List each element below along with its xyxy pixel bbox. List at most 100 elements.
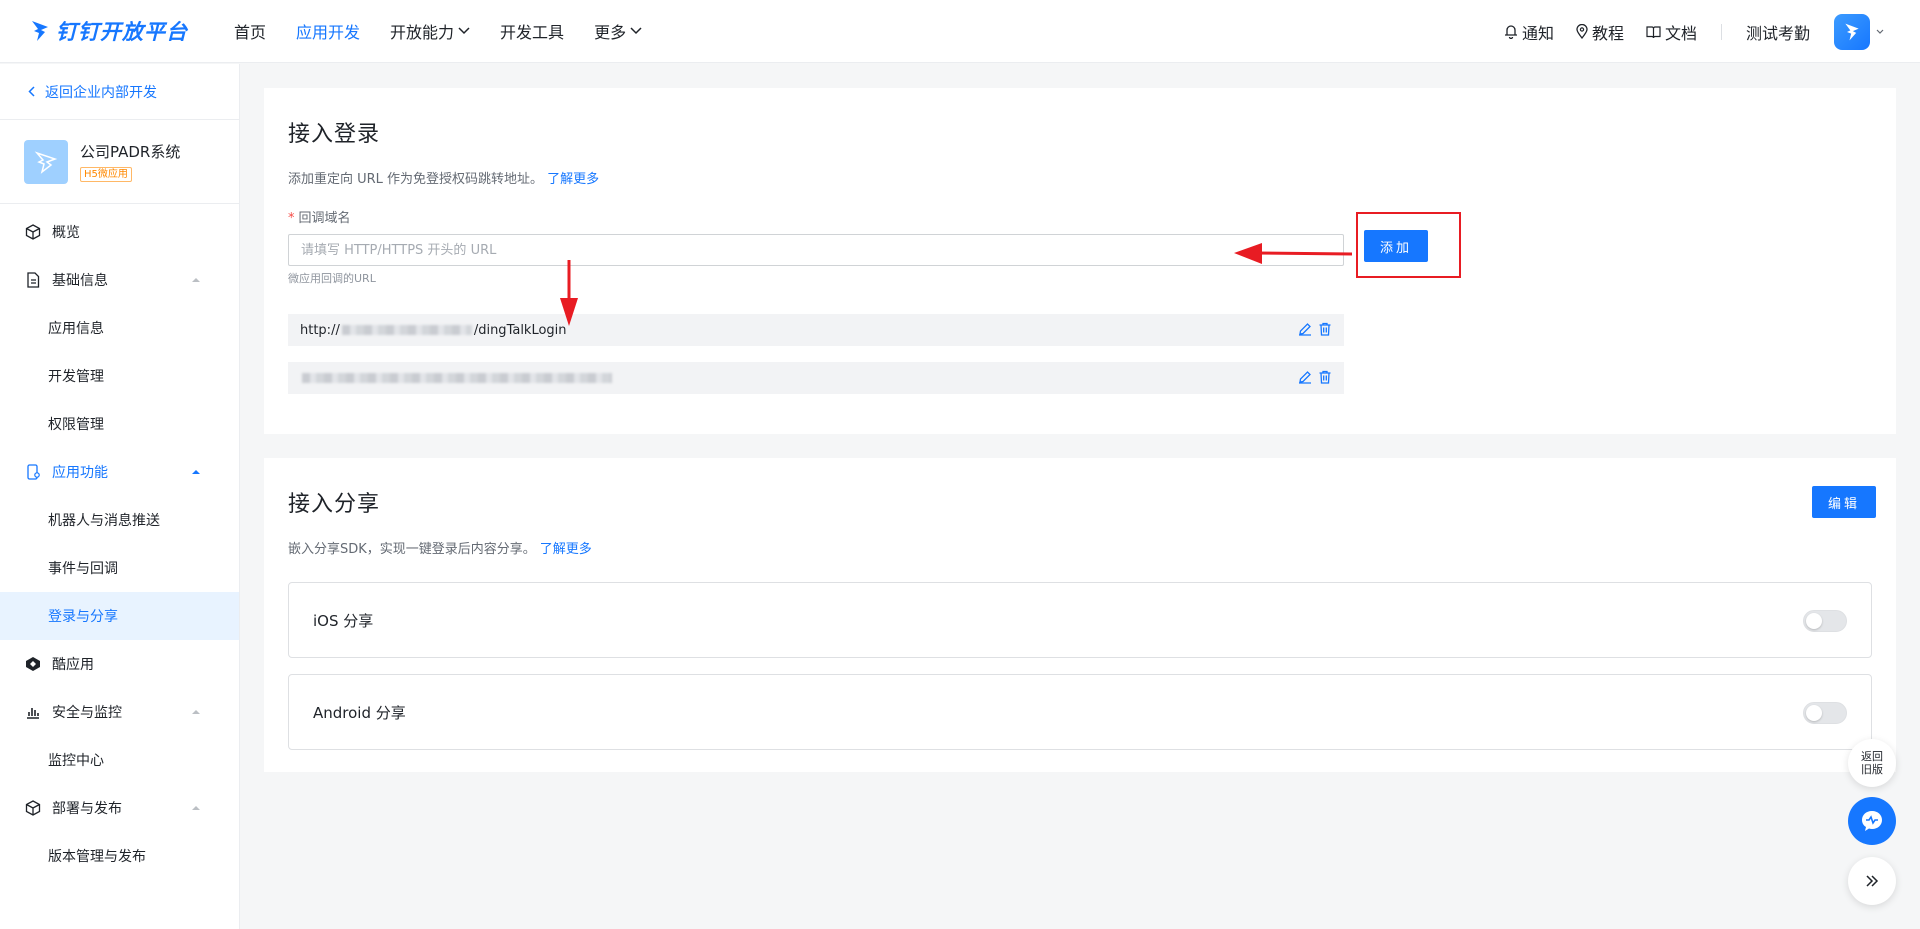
android-share-label: Android 分享 [313, 703, 406, 722]
login-learn-more-link[interactable]: 了解更多 [547, 172, 599, 187]
nav-dev-tools[interactable]: 开发工具 [500, 19, 564, 43]
sidebar-group-basic-info[interactable]: 基础信息 [0, 256, 239, 304]
sidebar-item-app-info[interactable]: 应用信息 [0, 304, 239, 352]
bell-icon [1504, 25, 1517, 39]
back-to-internal-dev[interactable]: 返回企业内部开发 [0, 64, 239, 120]
assistant-button[interactable] [1848, 797, 1896, 845]
app-logo-icon [34, 150, 58, 174]
url-prefix: http:// [300, 322, 340, 338]
caret-up-icon [192, 710, 200, 714]
docs-label: 文档 [1664, 23, 1697, 43]
sidebar-item-label: 应用功能 [52, 465, 108, 481]
android-share-toggle[interactable] [1803, 702, 1847, 724]
chevron-down-icon [458, 27, 470, 35]
trash-icon[interactable] [1318, 370, 1332, 384]
book-icon [1646, 25, 1661, 38]
sidebar-item-events[interactable]: 事件与回调 [0, 544, 239, 592]
nav-dev-tools-label: 开发工具 [500, 23, 565, 42]
old-version-label-2: 旧版 [1861, 763, 1883, 776]
header-divider [1720, 23, 1722, 40]
ios-share-label: iOS 分享 [313, 611, 374, 630]
callback-url-row: http:// /dingTalkLogin [288, 314, 1344, 346]
redacted-url [302, 373, 612, 383]
add-url-button[interactable]: 添加 [1364, 230, 1428, 262]
tutorial-link[interactable]: 教程 [1576, 20, 1624, 44]
caret-up-icon [192, 278, 200, 282]
sidebar-item-label: 应用信息 [48, 321, 104, 337]
callback-url-input[interactable] [288, 234, 1344, 266]
location-pin-icon [1576, 24, 1588, 39]
notify-link[interactable]: 通知 [1504, 20, 1554, 44]
sidebar-item-perm-manage[interactable]: 权限管理 [0, 400, 239, 448]
edit-share-button[interactable]: 编辑 [1812, 486, 1876, 518]
sidebar-item-robot[interactable]: 机器人与消息推送 [0, 496, 239, 544]
nav-home[interactable]: 首页 [234, 19, 266, 43]
app-icon [24, 139, 68, 184]
sidebar-item-label: 酷应用 [52, 657, 94, 673]
caret-down-icon[interactable] [1876, 29, 1884, 34]
sidebar-item-login-share[interactable]: 登录与分享 [0, 592, 239, 640]
sidebar-item-label: 事件与回调 [48, 561, 118, 577]
app-name: 公司PADR系统 [80, 143, 181, 161]
share-desc-text: 嵌入分享SDK，实现一键登录后内容分享。 [288, 542, 536, 557]
docs-link[interactable]: 文档 [1646, 20, 1697, 44]
nav-more[interactable]: 更多 [594, 19, 642, 43]
cube-icon [25, 224, 41, 240]
sidebar-group-security[interactable]: 安全与监控 [0, 688, 239, 736]
url-suffix: /dingTalkLogin [473, 322, 567, 338]
sidebar-item-dev-manage[interactable]: 开发管理 [0, 352, 239, 400]
toggle-knob [1806, 705, 1822, 721]
dingtalk-logo-icon [32, 21, 48, 41]
sidebar-item-version[interactable]: 版本管理与发布 [0, 832, 239, 880]
app-card: 公司PADR系统 H5微应用 [0, 120, 239, 204]
org-switcher[interactable]: 测试考勤 [1746, 20, 1810, 44]
share-learn-more-link[interactable]: 了解更多 [540, 542, 592, 557]
sidebar-item-cool-app[interactable]: 酷应用 [0, 640, 239, 688]
nav-open-capability[interactable]: 开放能力 [390, 19, 470, 43]
share-title: 接入分享 [288, 492, 381, 517]
tutorial-label: 教程 [1591, 23, 1624, 43]
login-description: 添加重定向 URL 作为免登授权码跳转地址。 了解更多 [288, 168, 599, 187]
caret-up-icon [192, 806, 200, 810]
logo[interactable]: 钉钉开放平台 [30, 16, 220, 46]
sidebar-item-label: 机器人与消息推送 [48, 513, 160, 529]
callback-domain-label-text: 回调域名 [298, 211, 351, 226]
trash-icon[interactable] [1318, 322, 1332, 336]
expand-panel-button[interactable] [1848, 857, 1896, 905]
phone-settings-icon [27, 464, 40, 480]
avatar[interactable] [1834, 13, 1870, 50]
chat-bot-icon [1862, 811, 1882, 831]
edit-icon[interactable] [1298, 322, 1312, 336]
nav-app-dev-label: 应用开发 [296, 23, 361, 42]
login-desc-text: 添加重定向 URL 作为免登授权码跳转地址。 [288, 172, 544, 187]
sidebar-item-label: 基础信息 [52, 273, 108, 289]
callback-url-row [288, 362, 1344, 394]
dingtalk-avatar-icon [1845, 23, 1859, 40]
sidebar-group-app-features[interactable]: 应用功能 [0, 448, 239, 496]
nav-app-dev[interactable]: 应用开发 [296, 19, 360, 43]
document-icon [27, 272, 40, 288]
sidebar-item-label: 版本管理与发布 [48, 849, 146, 865]
notify-label: 通知 [1521, 23, 1554, 43]
app-type-badge: H5微应用 [80, 167, 132, 182]
sidebar: 返回企业内部开发 公司PADR系统 H5微应用 概览 基础信息 应用信息 开发管… [0, 64, 240, 929]
sidebar-item-label: 监控中心 [48, 753, 104, 769]
sidebar-item-monitor[interactable]: 监控中心 [0, 736, 239, 784]
sidebar-item-label: 登录与分享 [48, 609, 118, 625]
ios-share-row: iOS 分享 [288, 582, 1872, 658]
nav-home-label: 首页 [234, 23, 267, 42]
sidebar-item-label: 权限管理 [48, 417, 104, 433]
top-nav: 首页 应用开发 开放能力 开发工具 更多 [234, 19, 672, 43]
back-to-old-version-button[interactable]: 返回 旧版 [1848, 739, 1896, 787]
sidebar-group-deploy[interactable]: 部署与发布 [0, 784, 239, 832]
toggle-knob [1806, 613, 1822, 629]
double-chevron-right-icon [1866, 875, 1879, 887]
sidebar-item-overview[interactable]: 概览 [0, 208, 239, 256]
redacted-host [341, 325, 472, 335]
caret-up-icon [192, 470, 200, 474]
package-icon [25, 800, 41, 816]
ios-share-toggle[interactable] [1803, 610, 1847, 632]
login-card: 接入登录 添加重定向 URL 作为免登授权码跳转地址。了解更多 *回调域名 微应… [264, 88, 1896, 434]
row-actions [1298, 370, 1332, 384]
edit-icon[interactable] [1298, 370, 1312, 384]
